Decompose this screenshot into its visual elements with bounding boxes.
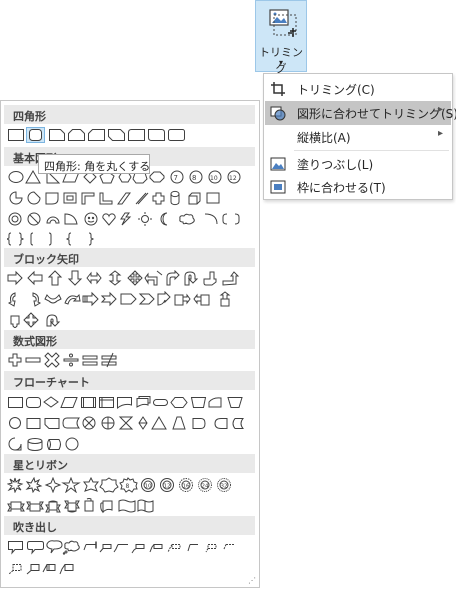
trim-button[interactable]: トリミング ▾ <box>255 0 307 75</box>
equation-shapes-icon[interactable] <box>7 352 247 368</box>
menu-separator <box>294 150 449 151</box>
resize-grip-icon[interactable]: ⋰ <box>248 576 256 585</box>
section-header-block-arrows: ブロック矢印 <box>4 248 255 267</box>
fill-icon <box>270 157 286 171</box>
section-header-flowchart: フローチャート <box>4 371 255 390</box>
callouts-row2-icon[interactable] <box>7 560 247 576</box>
menu-item-label: 塗りつぶし(L) <box>297 158 374 172</box>
submenu-arrow-icon: ▸ <box>437 128 443 139</box>
svg-text:8: 8 <box>192 174 196 182</box>
block-arrows-row2-icon[interactable] <box>7 291 247 307</box>
basic-shapes-row4-icon[interactable] <box>7 231 247 247</box>
svg-text:7: 7 <box>174 174 178 182</box>
submenu-arrow-icon: ▸ <box>437 104 443 115</box>
crop-to-shape-icon <box>270 106 286 121</box>
menu-item-label: 枠に合わせる(T) <box>297 181 386 195</box>
svg-text:10: 10 <box>210 175 218 182</box>
svg-text:32: 32 <box>221 484 228 490</box>
tooltip-text: 四角形: 角を丸くする <box>44 160 151 173</box>
section-header-stars-ribbons: 星とリボン <box>4 454 255 473</box>
stars-row1-icon[interactable]: 8 10 12 16 24 32 <box>7 477 247 493</box>
menu-item-label: 縦横比(A) <box>297 131 351 145</box>
flowchart-row3-icon[interactable] <box>7 436 247 452</box>
section-header-callouts: 吹き出し <box>4 516 255 535</box>
svg-text:12: 12 <box>229 175 237 182</box>
section-header-equation-shapes: 数式図形 <box>4 330 255 349</box>
menu-item-crop[interactable]: トリミング(C) <box>265 77 451 101</box>
section-header-rectangles: 四角形 <box>4 105 255 124</box>
crop-picture-icon <box>269 9 297 37</box>
menu-item-label: 図形に合わせてトリミング(S) <box>297 107 456 121</box>
svg-text:8: 8 <box>126 483 130 490</box>
fit-icon <box>270 180 286 194</box>
trim-menu: トリミング(C) 図形に合わせてトリミング(S) ▸ 縦横比(A) ▸ 塗りつぶ… <box>263 73 456 200</box>
menu-item-fill[interactable]: 塗りつぶし(L) <box>265 152 451 176</box>
basic-shapes-row3-icon[interactable] <box>7 211 247 227</box>
block-arrows-row1-icon[interactable] <box>7 270 247 286</box>
rectangle-shapes-icon[interactable] <box>7 127 187 143</box>
block-arrows-row3-icon[interactable] <box>7 312 247 328</box>
basic-shapes-row2-icon[interactable] <box>7 190 247 206</box>
flowchart-row2-icon[interactable] <box>7 415 247 431</box>
callouts-row1-icon[interactable] <box>7 539 247 555</box>
svg-text:24: 24 <box>202 484 209 490</box>
menu-item-label: トリミング(C) <box>297 83 375 97</box>
crop-icon <box>271 82 285 96</box>
tooltip: 四角形: 角を丸くする <box>38 154 150 174</box>
menu-item-fit[interactable]: 枠に合わせる(T) <box>265 175 451 199</box>
menu-item-crop-to-shape[interactable]: 図形に合わせてトリミング(S) ▸ <box>265 101 456 125</box>
flowchart-row1-icon[interactable] <box>7 394 247 410</box>
menu-item-aspect-ratio[interactable]: 縦横比(A) ▸ <box>265 125 451 149</box>
svg-text:10: 10 <box>145 484 152 490</box>
svg-text:16: 16 <box>183 484 190 490</box>
ribbons-row-icon[interactable] <box>7 498 247 514</box>
chevron-down-icon: ▾ <box>278 58 283 67</box>
svg-text:12: 12 <box>164 484 171 490</box>
